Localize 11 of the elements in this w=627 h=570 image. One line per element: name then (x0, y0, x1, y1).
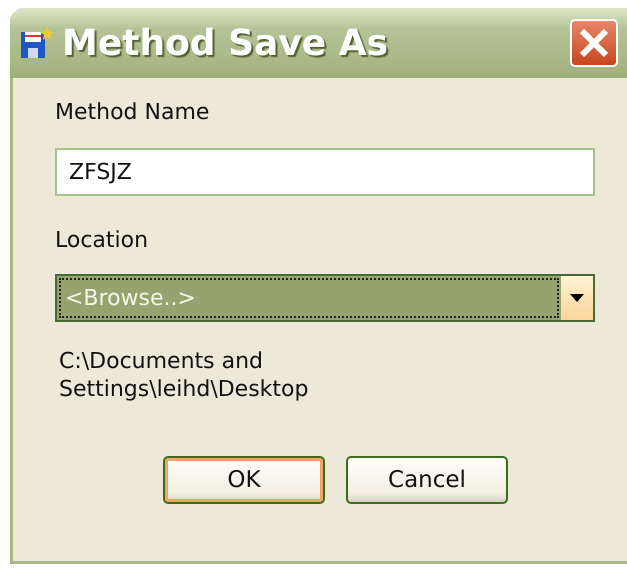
ok-button[interactable]: OK (163, 456, 325, 504)
close-button[interactable] (570, 19, 618, 67)
floppy-disk-icon (20, 26, 54, 60)
cancel-button[interactable]: Cancel (346, 456, 508, 504)
dropdown-arrow-icon (570, 294, 584, 302)
close-icon (578, 27, 610, 59)
field-label: Method Name (55, 99, 210, 127)
method-name-field[interactable]: ZFSJZ (55, 148, 595, 196)
field-label: Location (55, 227, 150, 255)
window-title: Method Save As (62, 22, 390, 64)
location-path: C:\Documents and Settings\leihd\Desktop (59, 348, 310, 404)
